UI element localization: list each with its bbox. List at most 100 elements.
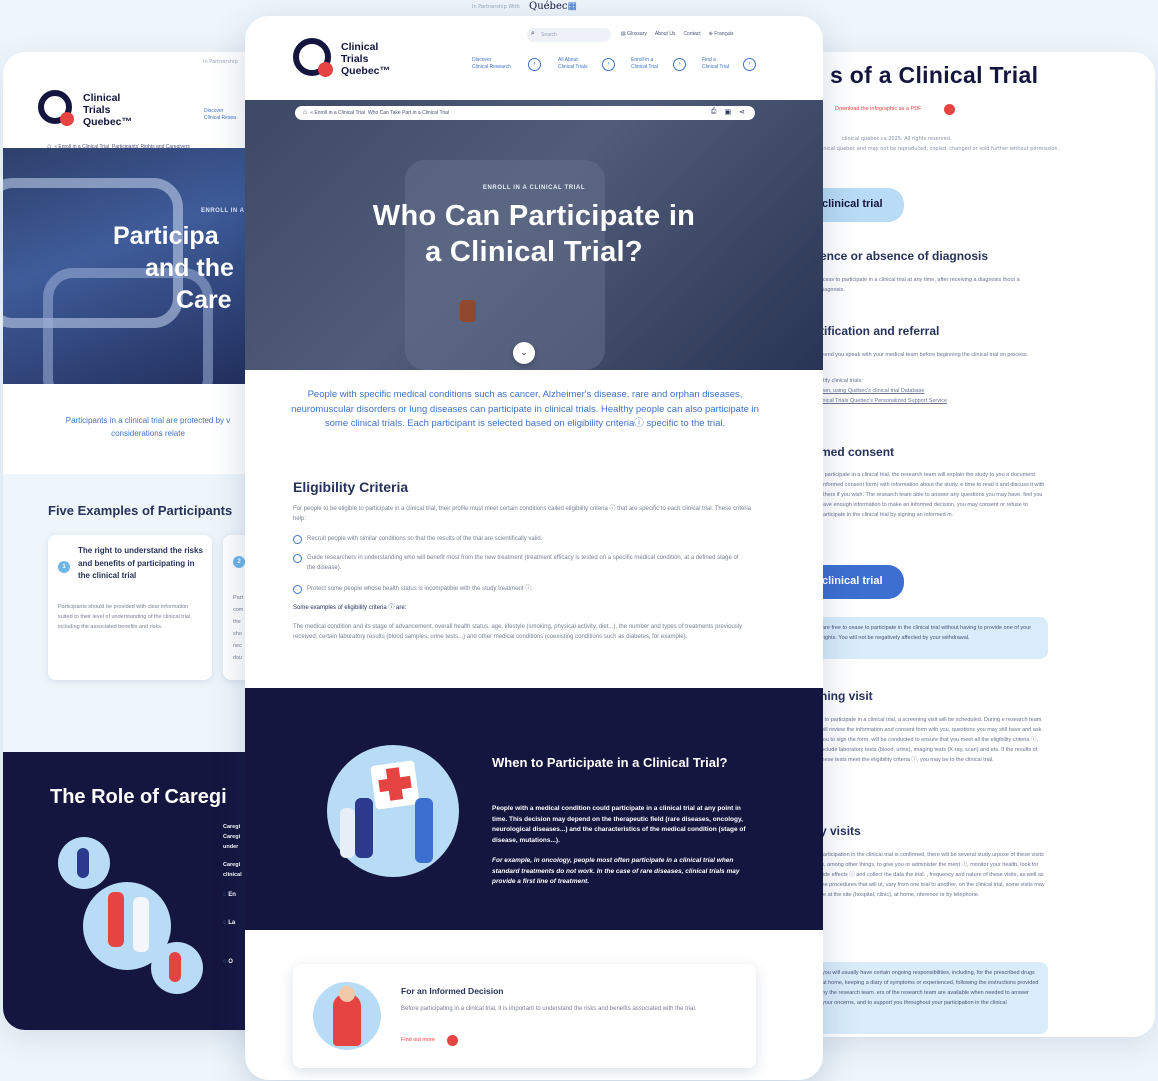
section-identification-text: mend you speak with your medical team be… bbox=[820, 352, 1029, 358]
section-visits-title: y visits bbox=[820, 824, 861, 838]
logo-text[interactable]: Clinical Trials Quebec™ bbox=[341, 41, 390, 77]
example-number: 1 bbox=[58, 561, 70, 573]
search-input[interactable]: ⌕ Search bbox=[527, 28, 611, 42]
print-icon[interactable]: ⎙ bbox=[711, 108, 717, 116]
nav-arrow-icon[interactable]: › bbox=[673, 58, 686, 71]
section-consent-text: o participate in a clinical trial, the r… bbox=[820, 472, 1045, 518]
right-page-preview: s of a Clinical Trial Download the infog… bbox=[800, 52, 1155, 1037]
informed-text: Before participating in a clinical trial… bbox=[401, 1006, 697, 1012]
support-service-link[interactable]: linical Trials Quebec's Personalized Sup… bbox=[820, 396, 1045, 406]
find-out-more-link[interactable]: Find out more bbox=[401, 1037, 435, 1043]
person-head bbox=[339, 986, 355, 1002]
logo-dot-icon bbox=[60, 112, 74, 126]
caregiver-item-3: ◌ O bbox=[223, 959, 233, 965]
about-link[interactable]: About Us bbox=[655, 31, 676, 37]
when-section: When to Participate in a Clinical Trial?… bbox=[245, 688, 823, 930]
person-figure bbox=[340, 808, 355, 858]
check-circle-icon bbox=[293, 585, 302, 594]
home-icon[interactable]: ⌂ bbox=[303, 109, 307, 116]
section-diagnosis-text: ccess to participate in a clinical trial… bbox=[820, 277, 1020, 293]
download-icon[interactable] bbox=[944, 104, 955, 115]
left-hero-eyebrow: ENROLL IN A bbox=[201, 208, 245, 214]
example-number: 2 bbox=[233, 556, 245, 568]
caregiver-title: The Role of Caregi bbox=[50, 786, 227, 808]
eligibility-intro: For people to be eligible to participate… bbox=[293, 506, 752, 522]
intro-text: People with specific medical conditions … bbox=[291, 389, 759, 429]
left-logo-text[interactable]: Clinical Trials Quebec™ bbox=[83, 92, 132, 128]
nav-arrow-icon[interactable]: › bbox=[743, 58, 756, 71]
caregiver-item-1: ◌ En bbox=[223, 892, 236, 898]
person-figure bbox=[415, 798, 433, 863]
logo-dot-icon bbox=[318, 62, 333, 77]
center-page-preview: ⌕ Search ▤ Glossary About Us Contact ⊕ Fr… bbox=[245, 16, 823, 1080]
contact-link[interactable]: Contact bbox=[683, 31, 700, 37]
caregiver-text: Caregi Caregi under Caregi clinical bbox=[223, 824, 242, 878]
section-consent-title: med consent bbox=[820, 445, 895, 459]
pdf-icon[interactable]: ▣ bbox=[725, 108, 732, 116]
arrow-right-icon[interactable] bbox=[447, 1035, 458, 1046]
eligibility-item-2: Guide researchers in understanding who w… bbox=[307, 555, 739, 571]
informed-decision-card[interactable]: For an Informed Decision Before particip… bbox=[293, 964, 756, 1068]
responsibilities-info-box: you will usually have certain ongoing re… bbox=[814, 962, 1048, 1034]
eligibility-title: Eligibility Criteria bbox=[293, 479, 409, 495]
informed-title: For an Informed Decision bbox=[401, 986, 504, 996]
copyright-line-1: clinical quebec.ca 2025. All rights rese… bbox=[842, 136, 952, 142]
withdrawal-info-box: are free to cease to participate in the … bbox=[814, 617, 1048, 659]
language-link[interactable]: ⊕ Français bbox=[709, 31, 734, 37]
example-body: Participants should be provided with cle… bbox=[58, 604, 192, 630]
nav-all-about[interactable]: All About Clinical Trials bbox=[558, 57, 587, 71]
utility-nav: ▤ Glossary About Us Contact ⊕ Français bbox=[621, 31, 733, 37]
glossary-link[interactable]: ▤ Glossary bbox=[621, 31, 647, 37]
breadcrumb-bar: ⌂ « Enroll in a Clinical Trial Who Can T… bbox=[295, 106, 755, 120]
example-title: The right to understand the risks and be… bbox=[78, 546, 203, 580]
caregiver-item-2: ◌ La bbox=[223, 920, 236, 926]
when-paragraph-1: People with a medical condition could pa… bbox=[492, 805, 746, 844]
section-diagnosis-title: ence or absence of diagnosis bbox=[820, 249, 989, 263]
person-figure bbox=[169, 952, 181, 982]
chevron-down-icon[interactable]: ⌄ bbox=[513, 342, 535, 364]
section-screening-title: ning visit bbox=[820, 689, 873, 703]
hero-eyebrow: ENROLL IN A CLINICAL TRIAL bbox=[482, 185, 586, 191]
fleur-de-lis-icon: ▦ bbox=[567, 1, 577, 12]
right-page-title: s of a Clinical Trial bbox=[830, 62, 1039, 88]
eligibility-examples-label: Some examples of eligibility criteria ⓘ … bbox=[293, 605, 407, 611]
database-link[interactable]: own, using Québec's clinical trial Datab… bbox=[820, 386, 1045, 396]
breadcrumb: ⌂ « Enroll in a Clinical Trial Who Can T… bbox=[303, 109, 449, 116]
person-figure bbox=[133, 897, 149, 952]
partner-text: In Partnership With bbox=[472, 4, 520, 10]
check-circle-icon bbox=[293, 535, 302, 544]
when-paragraph-2: For example, in oncology, people most of… bbox=[492, 857, 740, 885]
crumb-enroll[interactable]: « Enroll in a Clinical Trial bbox=[310, 110, 365, 116]
eligibility-item-1: Recruit people with similar conditions s… bbox=[307, 536, 543, 542]
nav-enroll[interactable]: Enroll in a Clinical Trial bbox=[631, 57, 658, 71]
when-title: When to Participate in a Clinical Trial? bbox=[492, 755, 728, 770]
page-actions: ⎙ ▣ ⋖ bbox=[711, 108, 745, 116]
nav-arrow-icon[interactable]: › bbox=[602, 58, 615, 71]
section-identification-title: tification and referral bbox=[820, 324, 940, 338]
person-figure bbox=[77, 848, 89, 878]
person-figure bbox=[108, 892, 124, 947]
page-title: Who Can Participate in a Clinical Trial? bbox=[372, 200, 696, 268]
nav-discover[interactable]: Discover Clinical Research bbox=[472, 57, 511, 71]
left-partner-text: In Partnership bbox=[203, 59, 238, 65]
share-icon[interactable]: ⋖ bbox=[739, 108, 745, 116]
left-intro-text: Participants in a clinical trial are pro… bbox=[65, 416, 231, 438]
download-pdf-link[interactable]: Download the infographic as a PDF bbox=[835, 106, 922, 112]
check-circle-icon bbox=[293, 554, 302, 563]
hero-banner: ⌂ « Enroll in a Clinical Trial Who Can T… bbox=[245, 100, 823, 370]
person-figure bbox=[355, 798, 373, 858]
identification-links: ntify clinical trials: own, using Québec… bbox=[820, 376, 1045, 406]
left-hero-title: Participa and the Care bbox=[113, 222, 234, 314]
nav-arrow-icon[interactable]: › bbox=[528, 58, 541, 71]
copyright-line-2: inical quebec and may not be reproduced,… bbox=[822, 146, 1060, 152]
section-screening-text: e to participate in a clinical trial, a … bbox=[820, 717, 1042, 763]
left-nav-discover[interactable]: Discover Clinical Resea bbox=[204, 108, 236, 122]
section-visits-text: participation in the clinical trial is c… bbox=[820, 852, 1045, 898]
crumb-current: Who Can Take Part in a Clinical Trial bbox=[367, 109, 450, 116]
search-icon: ⌕ bbox=[531, 30, 535, 37]
eligibility-examples-text: The medical condition and its stage of a… bbox=[293, 624, 743, 640]
quebec-logo: Québec▦ bbox=[529, 1, 577, 12]
example-card-1[interactable]: 1 The right to understand the risks and … bbox=[48, 535, 212, 680]
eligibility-item-3: Protect some people whose health status … bbox=[307, 586, 533, 592]
nav-find[interactable]: Find a Clinical Trial bbox=[702, 57, 729, 71]
